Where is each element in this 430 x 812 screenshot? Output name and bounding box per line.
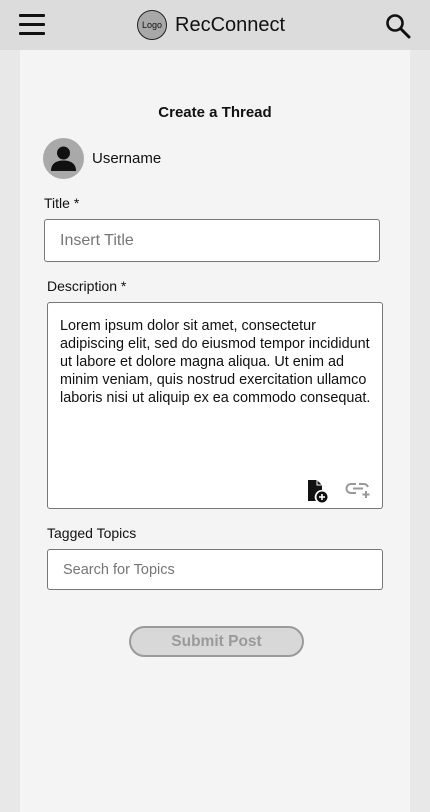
hamburger-menu-icon[interactable] bbox=[19, 14, 45, 36]
brand: Logo RecConnect bbox=[137, 10, 285, 40]
avatar bbox=[43, 138, 84, 179]
top-app-bar: Logo RecConnect bbox=[0, 0, 430, 50]
search-icon[interactable] bbox=[385, 13, 411, 39]
submit-post-button[interactable]: Submit Post bbox=[129, 626, 304, 657]
title-label: Title * bbox=[44, 195, 80, 211]
add-file-icon[interactable] bbox=[306, 479, 328, 503]
page-title: Create a Thread bbox=[158, 104, 272, 121]
app-title: RecConnect bbox=[175, 13, 286, 36]
title-input[interactable] bbox=[44, 219, 380, 262]
topics-search-input[interactable] bbox=[47, 549, 383, 590]
user-icon bbox=[51, 146, 76, 171]
tagged-topics-label: Tagged Topics bbox=[47, 525, 137, 541]
create-thread-panel: Create a Thread Username Title * Descrip… bbox=[20, 50, 410, 812]
username: Username bbox=[92, 150, 162, 167]
description-text[interactable]: Lorem ipsum dolor sit amet, consectetur … bbox=[60, 317, 375, 407]
logo: Logo bbox=[137, 10, 167, 40]
description-label: Description * bbox=[47, 278, 127, 294]
description-textarea[interactable]: Lorem ipsum dolor sit amet, consectetur … bbox=[47, 302, 383, 509]
add-link-icon[interactable] bbox=[345, 481, 372, 499]
